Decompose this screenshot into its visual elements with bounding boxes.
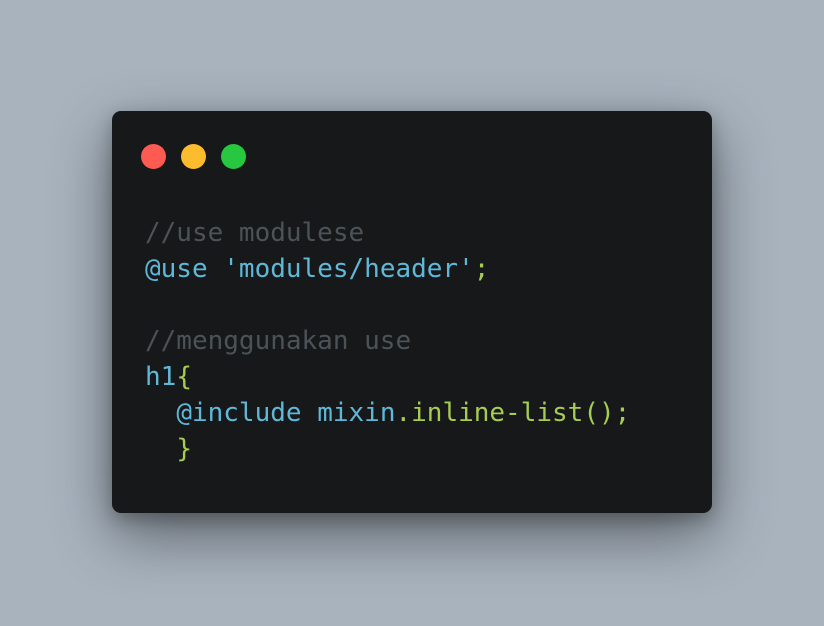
module-name: mixin: [317, 398, 396, 428]
brace-close: }: [176, 434, 192, 464]
code-window: //use modulese @use 'modules/header';//me…: [112, 111, 712, 513]
code-line-2: @use 'modules/header';: [145, 251, 630, 287]
at-rule: @use: [145, 254, 208, 284]
brace-open: {: [176, 362, 192, 392]
code-line-1: //use modulese: [145, 215, 630, 251]
comment: //menggunakan use: [145, 326, 412, 356]
selector: h1: [145, 362, 177, 392]
semicolon: ;: [473, 254, 490, 284]
code-line-7: }: [145, 431, 630, 467]
code-line-4: //menggunakan use: [145, 323, 630, 359]
code-block: //use modulese @use 'modules/header';//me…: [145, 215, 630, 467]
maximize-dot-icon[interactable]: [221, 144, 246, 169]
comment: //use modulese: [145, 218, 365, 248]
close-dot-icon[interactable]: [141, 144, 166, 169]
function-name: inline-list: [411, 398, 584, 428]
dot: .: [395, 398, 412, 428]
string-literal: 'modules/header': [223, 254, 474, 284]
code-line-5: h1{: [145, 359, 630, 395]
call-parens: ();: [583, 398, 631, 428]
at-rule: @include: [176, 398, 302, 428]
code-line-6: @include mixin.inline-list();: [145, 395, 630, 431]
minimize-dot-icon[interactable]: [181, 144, 206, 169]
